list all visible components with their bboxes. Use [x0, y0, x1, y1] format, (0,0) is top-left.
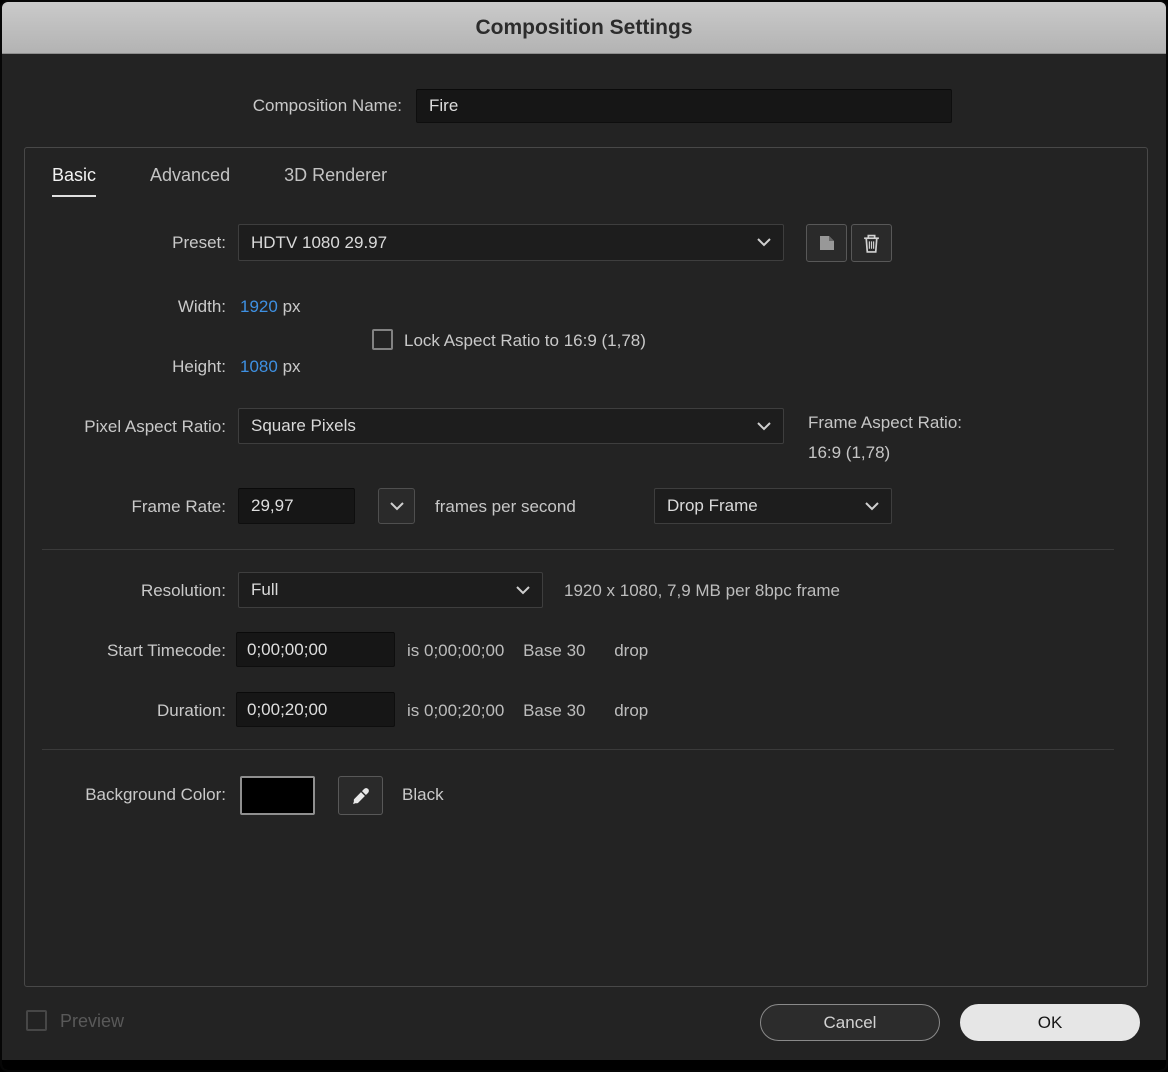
- resolution-info: 1920 x 1080, 7,9 MB per 8bpc frame: [564, 581, 840, 600]
- duration-is: is 0;00;20;00: [407, 701, 505, 720]
- chevron-down-icon: [389, 501, 404, 511]
- duration-base: Base 30: [523, 701, 586, 720]
- ok-button-label: OK: [1037, 1012, 1063, 1032]
- trash-icon: [863, 234, 880, 253]
- drop-frame-value: Drop Frame: [667, 496, 758, 515]
- frame-aspect-ratio-block: Frame Aspect Ratio: 16:9 (1,78): [808, 412, 962, 463]
- resolution-value: Full: [251, 580, 279, 599]
- background-color-label: Background Color:: [85, 785, 226, 804]
- chevron-down-icon: [757, 238, 771, 247]
- dialog-title: Composition Settings: [475, 15, 693, 39]
- preset-value: HDTV 1080 29.97: [251, 232, 388, 252]
- pixel-aspect-ratio-dropdown[interactable]: Square Pixels: [238, 408, 784, 444]
- composition-settings-dialog: Composition Settings Composition Name: B…: [0, 0, 1168, 1072]
- width-value-group: 1920 px: [240, 296, 301, 317]
- divider: [42, 549, 1114, 550]
- composition-name-input[interactable]: [416, 89, 952, 123]
- frame-rate-input[interactable]: [238, 488, 355, 524]
- resolution-label: Resolution:: [140, 581, 226, 600]
- start-timecode-label: Start Timecode:: [106, 641, 226, 660]
- duration-label: Duration:: [157, 701, 226, 720]
- background-color-name: Black: [402, 785, 444, 804]
- background-color-swatch[interactable]: [240, 776, 315, 815]
- tab-3d-renderer[interactable]: 3D Renderer: [284, 165, 387, 197]
- frame-aspect-ratio-label: Frame Aspect Ratio:: [808, 413, 963, 432]
- chevron-down-icon: [516, 585, 530, 595]
- width-label: Width:: [177, 297, 226, 316]
- composition-name-label: Composition Name:: [252, 96, 402, 115]
- pixel-aspect-ratio-label: Pixel Aspect Ratio:: [84, 417, 226, 436]
- duration-info: is 0;00;20;00 Base 30 drop: [407, 700, 648, 721]
- ok-button[interactable]: OK: [960, 1004, 1140, 1041]
- eyedropper-icon: [351, 786, 371, 806]
- dialog-titlebar[interactable]: Composition Settings: [2, 2, 1166, 54]
- start-timecode-info: is 0;00;00;00 Base 30 drop: [407, 640, 648, 661]
- chevron-down-icon: [865, 501, 879, 511]
- tab-advanced[interactable]: Advanced: [150, 165, 230, 197]
- preset-label: Preset:: [172, 233, 226, 252]
- height-label: Height:: [172, 357, 226, 376]
- frame-aspect-ratio-value: 16:9 (1,78): [808, 443, 891, 462]
- window-bottom-edge: [2, 1060, 1166, 1070]
- start-timecode-drop: drop: [614, 641, 649, 660]
- height-unit: px: [282, 357, 301, 376]
- start-timecode-is: is 0;00;00;00: [407, 641, 505, 660]
- cancel-button[interactable]: Cancel: [760, 1004, 940, 1041]
- width-value[interactable]: 1920: [240, 297, 278, 316]
- save-preset-button[interactable]: [806, 224, 847, 262]
- preview-label: Preview: [60, 1011, 125, 1031]
- background-eyedropper-button[interactable]: [338, 776, 383, 815]
- width-unit: px: [282, 297, 301, 316]
- preset-dropdown[interactable]: HDTV 1080 29.97: [238, 224, 784, 261]
- pixel-aspect-ratio-value: Square Pixels: [251, 416, 356, 435]
- delete-preset-button[interactable]: [851, 224, 892, 262]
- frame-rate-units-label: frames per second: [435, 497, 576, 516]
- divider: [42, 749, 1114, 750]
- drop-frame-dropdown[interactable]: Drop Frame: [654, 488, 892, 524]
- lock-aspect-ratio-checkbox[interactable]: [372, 329, 393, 350]
- height-value[interactable]: 1080: [240, 357, 278, 376]
- height-value-group: 1080 px: [240, 356, 301, 377]
- chevron-down-icon: [757, 421, 771, 431]
- settings-tabs: Basic Advanced 3D Renderer: [52, 165, 387, 197]
- duration-drop: drop: [614, 701, 649, 720]
- lock-aspect-ratio-label: Lock Aspect Ratio to 16:9 (1,78): [404, 331, 646, 350]
- basic-settings-panel: [24, 147, 1148, 987]
- resolution-dropdown[interactable]: Full: [238, 572, 543, 608]
- preview-checkbox[interactable]: [26, 1010, 47, 1031]
- duration-input[interactable]: [236, 692, 395, 727]
- frame-rate-label: Frame Rate:: [131, 497, 226, 516]
- frame-rate-preset-dropdown-button[interactable]: [378, 488, 415, 524]
- tab-basic[interactable]: Basic: [52, 165, 97, 197]
- start-timecode-base: Base 30: [523, 641, 586, 660]
- folded-page-icon: [818, 234, 836, 252]
- start-timecode-input[interactable]: [236, 632, 395, 667]
- cancel-button-label: Cancel: [823, 1012, 877, 1032]
